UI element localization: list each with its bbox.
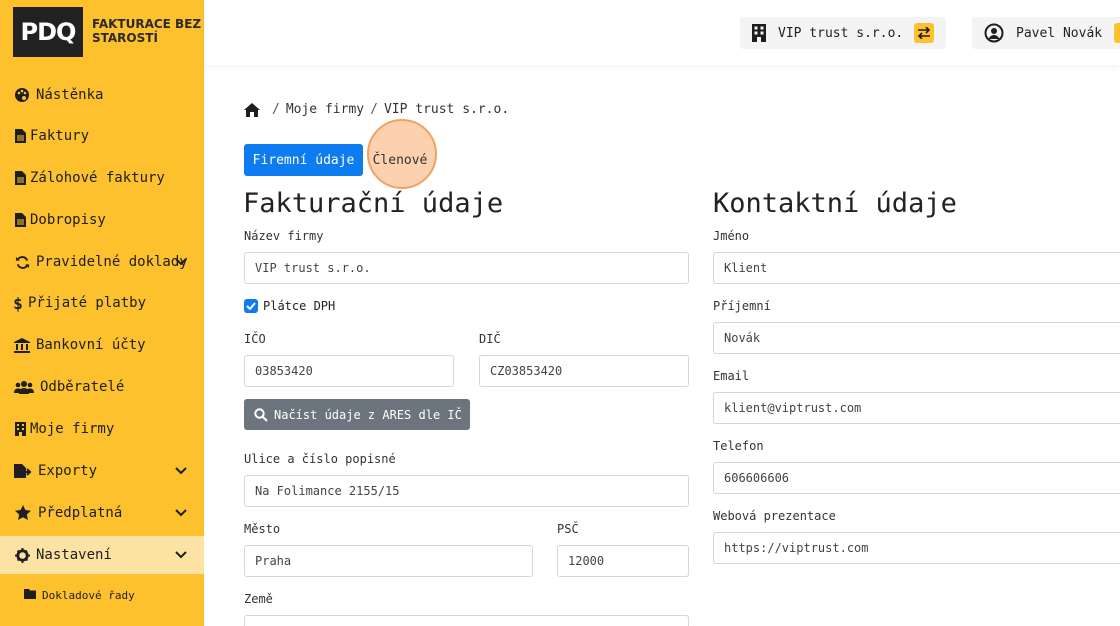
company-name-input[interactable]: VIP trust s.r.o. bbox=[244, 252, 689, 284]
city-label: Město bbox=[244, 522, 281, 536]
breadcrumb-link-moje-firmy[interactable]: Moje firmy bbox=[286, 102, 364, 117]
lastname-input[interactable]: Novák bbox=[713, 322, 1120, 354]
star-icon bbox=[14, 505, 32, 521]
company-switcher[interactable]: VIP trust s.r.o. bbox=[740, 17, 946, 49]
chevron-down-icon bbox=[174, 548, 188, 562]
sidebar-item-label: Dobropisy bbox=[30, 212, 106, 228]
palette-icon bbox=[14, 87, 30, 103]
email-input[interactable]: klient@viptrust.com bbox=[713, 392, 1120, 424]
sidebar-item-nastaveni[interactable]: Nastavení bbox=[0, 536, 204, 574]
building-icon bbox=[14, 421, 26, 437]
vat-payer-checkbox[interactable] bbox=[244, 299, 258, 313]
sidebar-item-label: Odběratelé bbox=[40, 379, 125, 395]
sidebar-item-label: Předplatná bbox=[38, 505, 123, 521]
ico-label: IČO bbox=[244, 332, 266, 346]
dic-label: DIČ bbox=[479, 332, 501, 346]
logo[interactable]: PDQ bbox=[13, 7, 83, 57]
tab-clenove[interactable]: Členové bbox=[367, 144, 433, 176]
web-label: Webová prezentace bbox=[713, 509, 836, 523]
file-icon bbox=[14, 128, 26, 144]
sidebar-subitem-dokladove-rady[interactable]: Dokladové řady bbox=[0, 576, 204, 614]
user-name: Pavel Novák bbox=[1016, 25, 1103, 41]
tab-firemni-udaje[interactable]: Firemní údaje bbox=[244, 144, 363, 176]
sidebar-item-label: Nastavení bbox=[36, 547, 112, 563]
dic-input[interactable]: CZ03853420 bbox=[479, 355, 689, 387]
sidebar-item-odberatele[interactable]: Odběratelé bbox=[0, 368, 204, 406]
sidebar-item-nastenka[interactable]: Nástěnka bbox=[0, 76, 204, 114]
load-ares-button[interactable]: Načíst údaje z ARES dle IČ bbox=[244, 399, 470, 430]
sync-icon bbox=[14, 254, 30, 270]
sidebar-subitem-label: Dokladové řady bbox=[42, 588, 135, 602]
sidebar-item-pravidelne-doklady[interactable]: Pravidelné doklady bbox=[0, 243, 204, 281]
lastname-label: Příjemní bbox=[713, 299, 771, 313]
breadcrumb-current: VIP trust s.r.o. bbox=[383, 102, 510, 117]
city-input[interactable]: Praha bbox=[244, 545, 533, 577]
current-company-name: VIP trust s.r.o. bbox=[778, 25, 904, 41]
file-icon bbox=[14, 170, 26, 186]
country-select[interactable] bbox=[244, 615, 689, 626]
sidebar-item-label: Zálohové faktury bbox=[30, 170, 165, 186]
ico-input[interactable]: 03853420 bbox=[244, 355, 454, 387]
sidebar-item-label: Nástěnka bbox=[36, 87, 104, 103]
folder-icon bbox=[24, 589, 36, 601]
contact-section-title: Kontaktní údaje bbox=[713, 188, 957, 219]
chevron-down-icon bbox=[174, 506, 188, 520]
users-icon bbox=[14, 379, 34, 395]
sidebar-item-label: Pravidelné doklady bbox=[36, 254, 188, 270]
sidebar-item-label: Přijaté platby bbox=[28, 295, 147, 311]
user-menu[interactable]: Pavel Novák bbox=[972, 17, 1120, 49]
sidebar-item-predplatna[interactable]: Předplatná bbox=[0, 494, 204, 532]
sidebar-item-dobropisy[interactable]: Dobropisy bbox=[0, 201, 204, 239]
user-menu-badge[interactable] bbox=[1114, 23, 1120, 43]
search-icon bbox=[254, 407, 268, 422]
sidebar: PDQ FAKTURACE BEZ STAROSTÍ Nástěnka Fakt… bbox=[0, 0, 204, 626]
firstname-label: Jméno bbox=[713, 229, 750, 243]
sidebar-item-faktury[interactable]: Faktury bbox=[0, 117, 204, 155]
breadcrumb: / Moje firmy / VIP trust s.r.o. bbox=[244, 102, 509, 117]
sidebar-item-label: Moje firmy bbox=[30, 421, 115, 437]
firstname-input[interactable]: Klient bbox=[713, 252, 1120, 284]
switch-company-icon[interactable] bbox=[914, 23, 934, 43]
brand-tagline: FAKTURACE BEZ STAROSTÍ bbox=[92, 17, 202, 45]
dollar-icon: $ bbox=[13, 293, 23, 313]
checkmark-icon bbox=[246, 302, 256, 310]
sidebar-item-exporty[interactable]: Exporty bbox=[0, 452, 204, 490]
sidebar-item-zalohove-faktury[interactable]: Zálohové faktury bbox=[0, 159, 204, 197]
sidebar-item-bankovni-ucty[interactable]: Bankovní účty bbox=[0, 326, 204, 364]
gear-icon bbox=[14, 547, 30, 563]
sidebar-item-label: Exporty bbox=[38, 463, 98, 479]
chevron-down-icon bbox=[174, 464, 188, 478]
sidebar-item-label: Bankovní účty bbox=[36, 337, 146, 353]
sidebar-item-moje-firmy[interactable]: Moje firmy bbox=[0, 410, 204, 448]
zip-input[interactable]: 12000 bbox=[557, 545, 689, 577]
web-input[interactable]: https://viptrust.com bbox=[713, 532, 1120, 564]
street-label: Ulice a číslo popisné bbox=[244, 452, 396, 466]
email-label: Email bbox=[713, 369, 750, 383]
export-icon bbox=[14, 463, 32, 479]
phone-input[interactable]: 606606606 bbox=[713, 462, 1120, 494]
company-name-label: Název firmy bbox=[244, 229, 324, 243]
bank-icon bbox=[14, 337, 30, 353]
sidebar-item-label: Faktury bbox=[30, 128, 90, 144]
zip-label: PSČ bbox=[557, 522, 579, 536]
country-label: Země bbox=[244, 592, 273, 606]
breadcrumb-separator: / bbox=[272, 102, 280, 117]
top-header: VIP trust s.r.o. Pavel Novák bbox=[204, 0, 1120, 65]
street-input[interactable]: Na Folimance 2155/15 bbox=[244, 475, 689, 507]
home-icon[interactable] bbox=[244, 102, 260, 117]
file-icon bbox=[14, 212, 26, 228]
billing-section-title: Fakturační údaje bbox=[243, 188, 504, 219]
user-avatar-icon bbox=[984, 23, 1004, 43]
vat-payer-label[interactable]: Plátce DPH bbox=[263, 299, 335, 313]
breadcrumb-separator: / bbox=[370, 102, 378, 117]
building-icon bbox=[752, 24, 766, 42]
load-ares-label: Načíst údaje z ARES dle IČ bbox=[274, 407, 462, 422]
sidebar-item-prijate-platby[interactable]: $ Přijaté platby bbox=[0, 284, 204, 322]
brand[interactable]: PDQ FAKTURACE BEZ STAROSTÍ bbox=[0, 0, 204, 65]
chevron-down-icon bbox=[174, 255, 188, 269]
phone-label: Telefon bbox=[713, 439, 764, 453]
